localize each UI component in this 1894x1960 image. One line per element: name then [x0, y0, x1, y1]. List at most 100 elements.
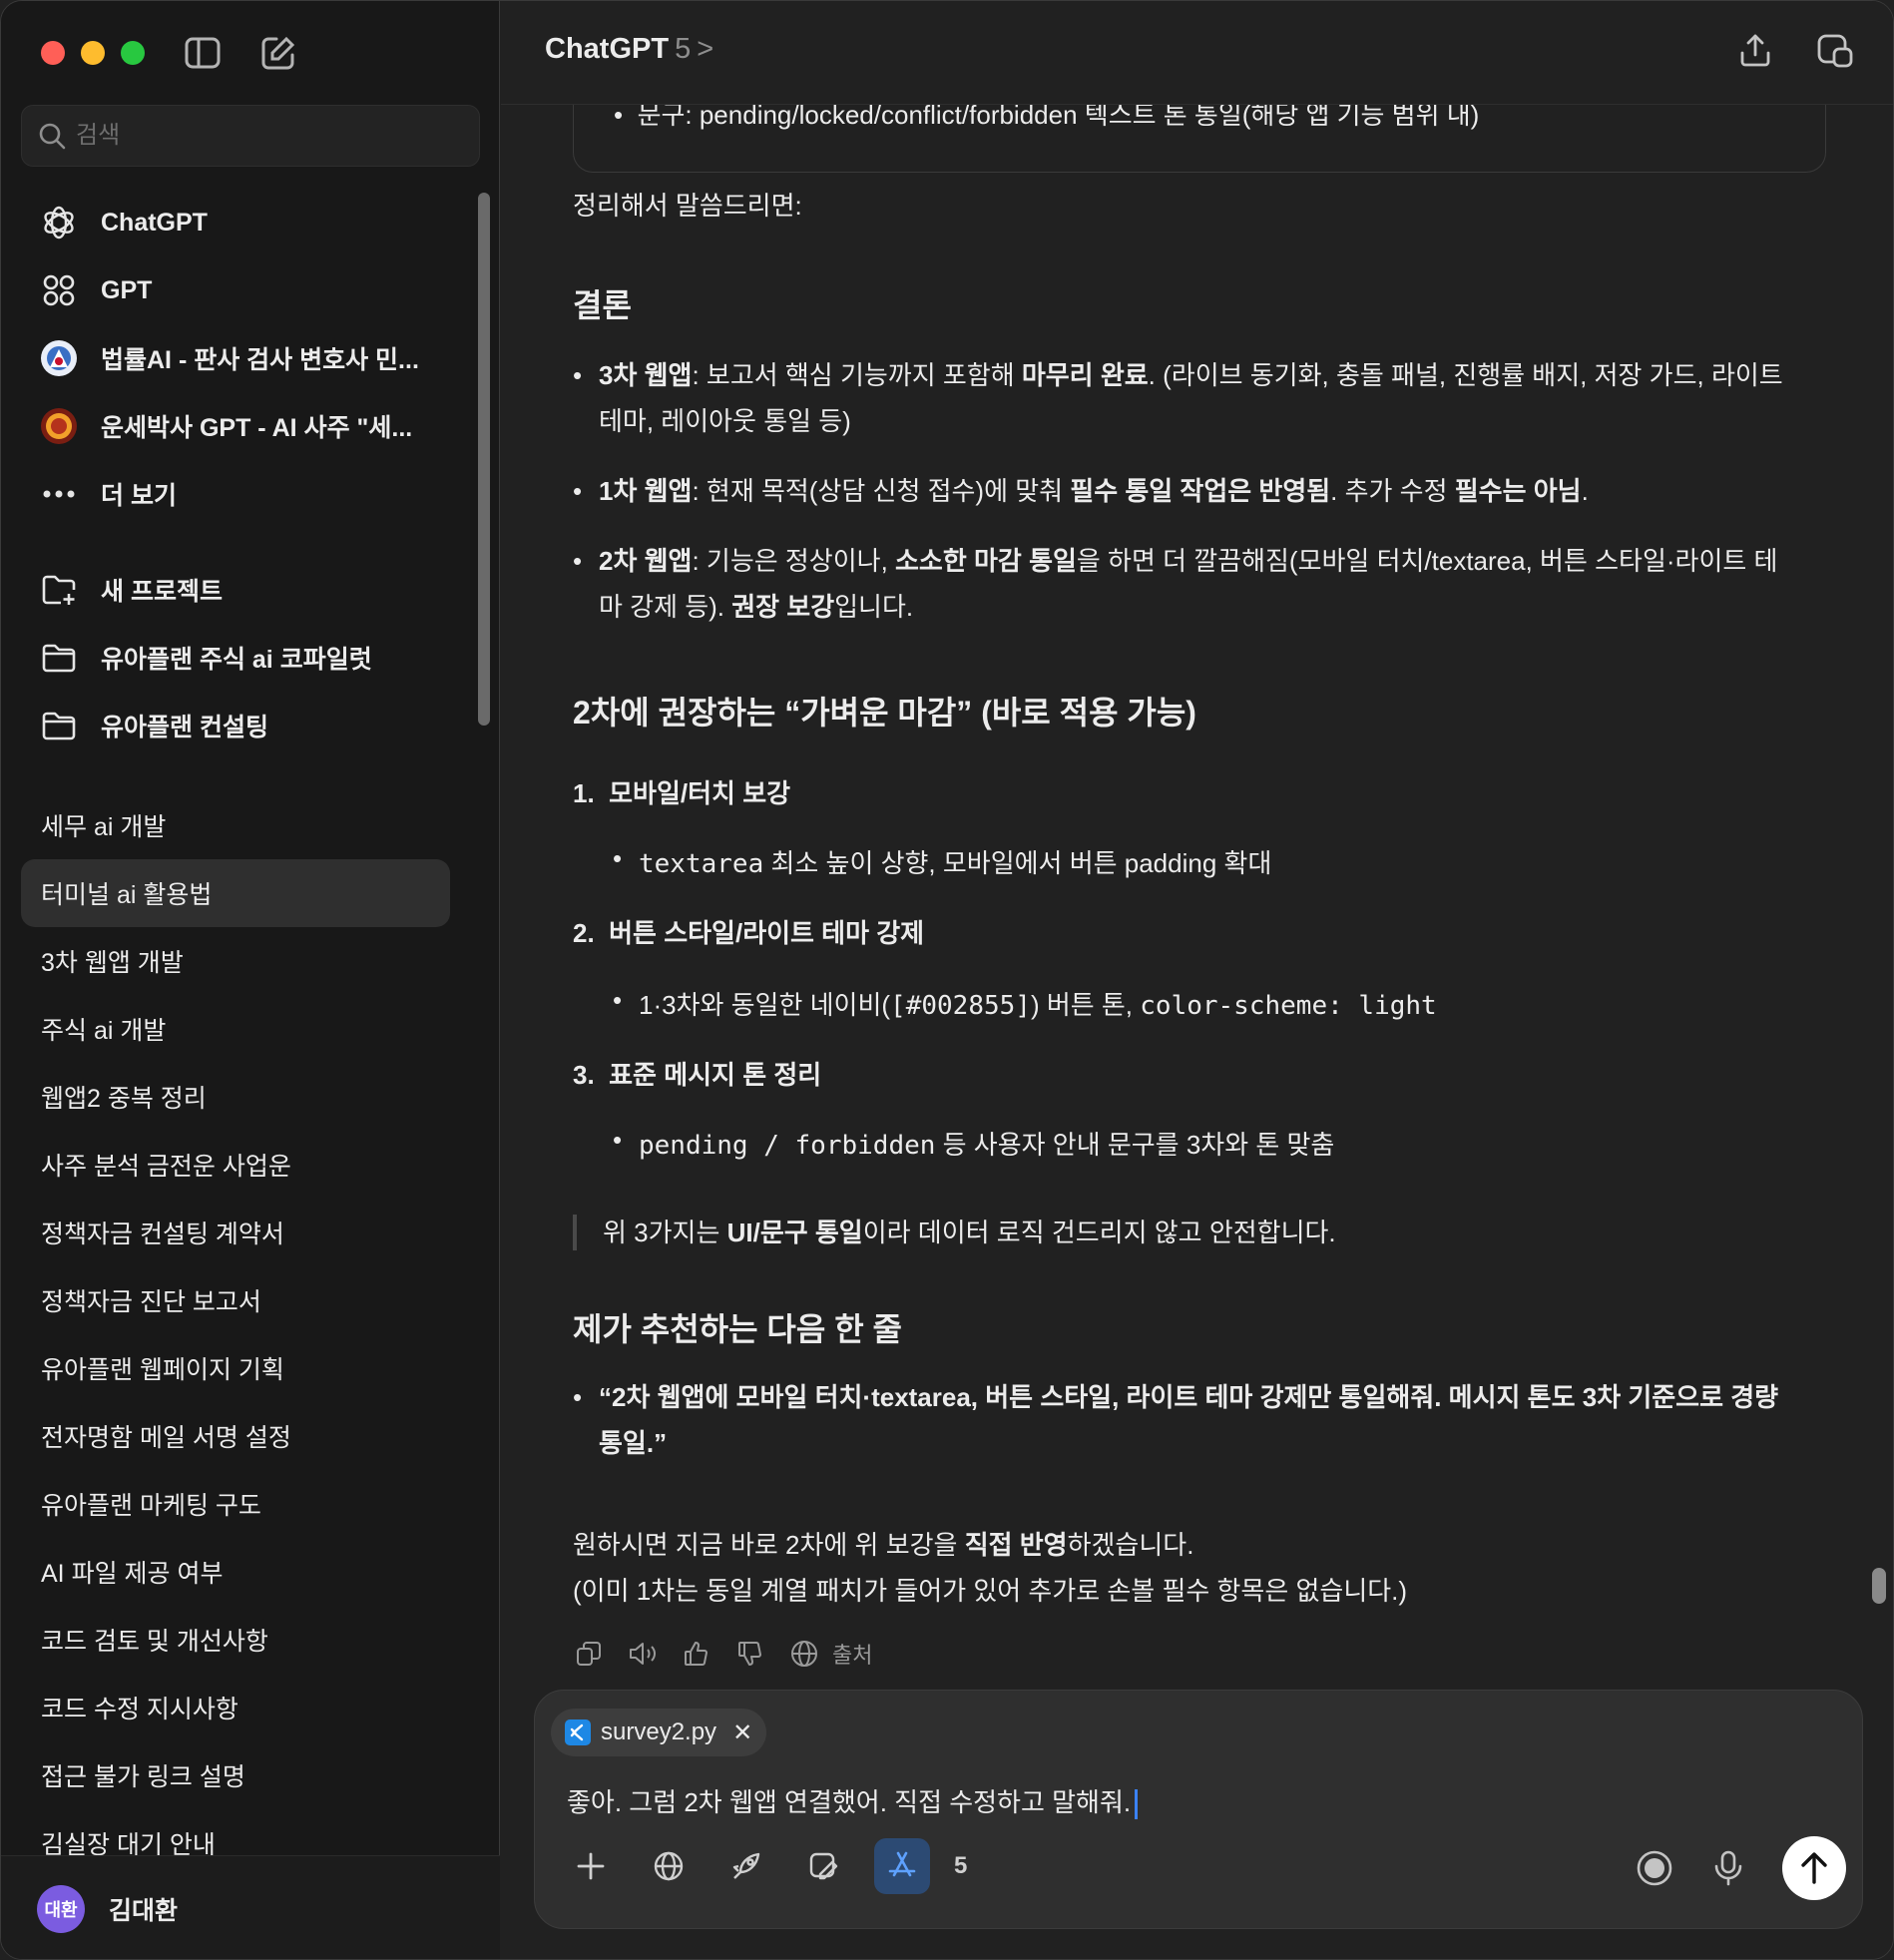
- heading-recommend: 2차에 권장하는 “가벼운 마감” (바로 적용 가능): [573, 695, 1196, 731]
- chat-item[interactable]: 유아플랜 웹페이지 기획: [21, 1334, 460, 1402]
- window-controls: [41, 41, 145, 65]
- send-button[interactable]: [1782, 1836, 1846, 1900]
- grid-icon: [39, 270, 79, 310]
- chat-item[interactable]: 주식 ai 개발: [21, 995, 460, 1063]
- model-name: ChatGPT: [545, 33, 670, 65]
- agent-rocket-icon[interactable]: [718, 1838, 774, 1894]
- blockquote: 위 3가지는 UI/문구 통일이라 데이터 로직 건드리지 않고 안전합니다.: [573, 1215, 1336, 1250]
- close-window-button[interactable]: [41, 41, 65, 65]
- conclusion-item: 1차 웹앱: 현재 목적(상담 신청 접수)에 맞춰 필수 통일 작업은 반영됨…: [573, 468, 1810, 514]
- attachment-name: survey2.py: [601, 1718, 717, 1745]
- header-actions: [1735, 31, 1855, 71]
- sidebar-item-fortune-gpt[interactable]: 운세박사 GPT - AI 사주 "세...: [21, 392, 460, 460]
- chat-item[interactable]: 코드 검토 및 개선사항: [21, 1606, 460, 1674]
- sidebar-item-chatgpt[interactable]: ChatGPT: [21, 189, 460, 256]
- share-icon[interactable]: [1735, 31, 1775, 71]
- app-store-tool-icon[interactable]: [874, 1838, 930, 1894]
- chat-item[interactable]: 정책자금 컨설팅 계약서: [21, 1199, 460, 1266]
- conclusion-item: 3차 웹앱: 보고서 핵심 기능까지 포함해 마무리 완료. (라이브 동기화,…: [573, 352, 1810, 444]
- step-item: 1. 모바일/터치 보강: [573, 778, 791, 808]
- chat-item[interactable]: 웹앱2 중복 정리: [21, 1063, 460, 1131]
- minimize-window-button[interactable]: [81, 41, 105, 65]
- heading-conclusion: 결론: [573, 287, 632, 323]
- sidebar-item-label: 운세박사 GPT - AI 사주 "세...: [101, 414, 413, 442]
- openai-logo-icon: [39, 203, 79, 243]
- conclusion-item: 2차 웹앱: 기능은 정상이나, 소소한 마감 통일을 하면 더 깔끔해짐(모바…: [573, 538, 1810, 630]
- sidebar-item-label: 더 보기: [101, 482, 177, 510]
- next-suggestion: “2차 웹앱에 모바일 터치·textarea, 버튼 스타일, 라이트 테마 …: [573, 1374, 1810, 1466]
- copy-icon[interactable]: [573, 1638, 605, 1670]
- gpt-nav: ChatGPT GPT 법률AI - 판사 검사 변호사 민... 운세박사 G…: [21, 189, 460, 528]
- code-block: • 문구: pending/locked/conflict/forbidden …: [573, 95, 1826, 173]
- sidebar: ChatGPT GPT 법률AI - 판사 검사 변호사 민... 운세박사 G…: [1, 1, 500, 1959]
- chat-item[interactable]: 정책자금 진단 보고서: [21, 1266, 460, 1334]
- chat-item[interactable]: 전자명함 메일 서명 설정: [21, 1402, 460, 1470]
- message-intro: 정리해서 말씀드리면:: [573, 191, 802, 221]
- maximize-window-button[interactable]: [121, 41, 145, 65]
- vscode-icon: [565, 1719, 591, 1745]
- user-name: 김대환: [109, 1896, 179, 1925]
- thumbs-down-icon[interactable]: [734, 1638, 766, 1670]
- composer-right-tools: [1635, 1836, 1846, 1900]
- voice-mode-icon[interactable]: [1635, 1848, 1674, 1888]
- model-version: 5: [675, 33, 692, 65]
- remove-attachment-icon[interactable]: ✕: [732, 1718, 752, 1747]
- tool-count: 5: [954, 1852, 968, 1879]
- step-item: 3. 표준 메시지 톤 정리: [573, 1060, 822, 1090]
- sources-button[interactable]: 출처: [832, 1638, 872, 1670]
- chat-item[interactable]: 코드 수정 지시사항: [21, 1674, 460, 1741]
- search-input[interactable]: [76, 122, 455, 150]
- sidebar-item-more[interactable]: 더 보기: [21, 460, 460, 528]
- folder-icon: [39, 638, 79, 678]
- sidebar-item-label: 새 프로젝트: [101, 578, 223, 606]
- chat-item[interactable]: AI 파일 제공 여부: [21, 1538, 460, 1606]
- sidebar-item-label: GPT: [101, 275, 153, 304]
- sidebar-item-legal-ai[interactable]: 법률AI - 판사 검사 변호사 민...: [21, 324, 460, 392]
- user-profile[interactable]: 대환 김대환: [1, 1855, 500, 1959]
- chat-item[interactable]: 사주 분석 금전운 사업운: [21, 1131, 460, 1199]
- chat-item[interactable]: 유아플랜 마케팅 구도: [21, 1470, 460, 1538]
- sidebar-item-new-project[interactable]: 새 프로젝트: [21, 556, 460, 624]
- projects-nav: 새 프로젝트 유아플랜 주식 ai 코파일럿 유아플랜 컨설팅: [21, 556, 460, 759]
- toggle-sidebar-icon[interactable]: [183, 33, 223, 73]
- composer-tools: 5: [563, 1838, 967, 1894]
- message-composer: survey2.py ✕ 좋아. 그럼 2차 웹앱 연결했어. 직접 수정하고 …: [534, 1690, 1863, 1929]
- new-chat-icon[interactable]: [258, 33, 298, 73]
- search-box[interactable]: [21, 105, 480, 167]
- fortune-avatar-icon: [39, 406, 79, 446]
- message-input[interactable]: 좋아. 그럼 2차 웹앱 연결했어. 직접 수정하고 말해줘.: [567, 1782, 1139, 1820]
- legal-ai-avatar-icon: [39, 338, 79, 378]
- step-detail: 1·3차와 동일한 네이비([#002855]) 버튼 톤, color-sch…: [613, 985, 1437, 1022]
- sidebar-item-project[interactable]: 유아플랜 주식 ai 코파일럿: [21, 624, 460, 692]
- chat-item[interactable]: 3차 웹앱 개발: [21, 927, 460, 995]
- closing-text: 원하시면 지금 바로 2차에 위 보강을 직접 반영하겠습니다. (이미 1차는 …: [573, 1530, 1408, 1606]
- sidebar-item-label: 유아플랜 컨설팅: [101, 714, 268, 741]
- microphone-icon[interactable]: [1708, 1848, 1748, 1888]
- chat-item[interactable]: 접근 불가 링크 설명: [21, 1741, 460, 1809]
- chat-main: ChatGPT 5 > • 문구: pending/locked/conflic…: [501, 1, 1893, 1959]
- folder-icon: [39, 706, 79, 745]
- model-selector[interactable]: ChatGPT 5 >: [545, 33, 713, 66]
- globe-icon[interactable]: [788, 1638, 820, 1670]
- app-window: ChatGPT GPT 법률AI - 판사 검사 변호사 민... 운세박사 G…: [0, 0, 1894, 1960]
- chat-item-active[interactable]: 터미널 ai 활용법: [21, 859, 450, 927]
- canvas-icon[interactable]: [796, 1838, 852, 1894]
- search-icon: [39, 123, 66, 150]
- chat-header: ChatGPT 5 >: [501, 1, 1893, 105]
- main-scrollbar[interactable]: [1872, 1568, 1886, 1604]
- sidebar-item-project[interactable]: 유아플랜 컨설팅: [21, 692, 460, 759]
- chat-history: 세무 ai 개발 터미널 ai 활용법 3차 웹앱 개발 주식 ai 개발 웹앱…: [21, 791, 460, 1877]
- arrow-up-icon: [1801, 1852, 1827, 1884]
- more-icon: [39, 474, 79, 514]
- sidebar-toolbar: [183, 33, 298, 73]
- sidebar-item-gpt[interactable]: GPT: [21, 256, 460, 324]
- chat-item[interactable]: 세무 ai 개발: [21, 791, 460, 859]
- add-icon[interactable]: [563, 1838, 619, 1894]
- message-actions: 출처: [573, 1638, 872, 1670]
- new-window-icon[interactable]: [1815, 31, 1855, 71]
- attachment-chip[interactable]: survey2.py ✕: [551, 1709, 767, 1756]
- sidebar-scrollbar[interactable]: [478, 193, 490, 726]
- web-search-icon[interactable]: [641, 1838, 697, 1894]
- read-aloud-icon[interactable]: [627, 1638, 659, 1670]
- thumbs-up-icon[interactable]: [681, 1638, 712, 1670]
